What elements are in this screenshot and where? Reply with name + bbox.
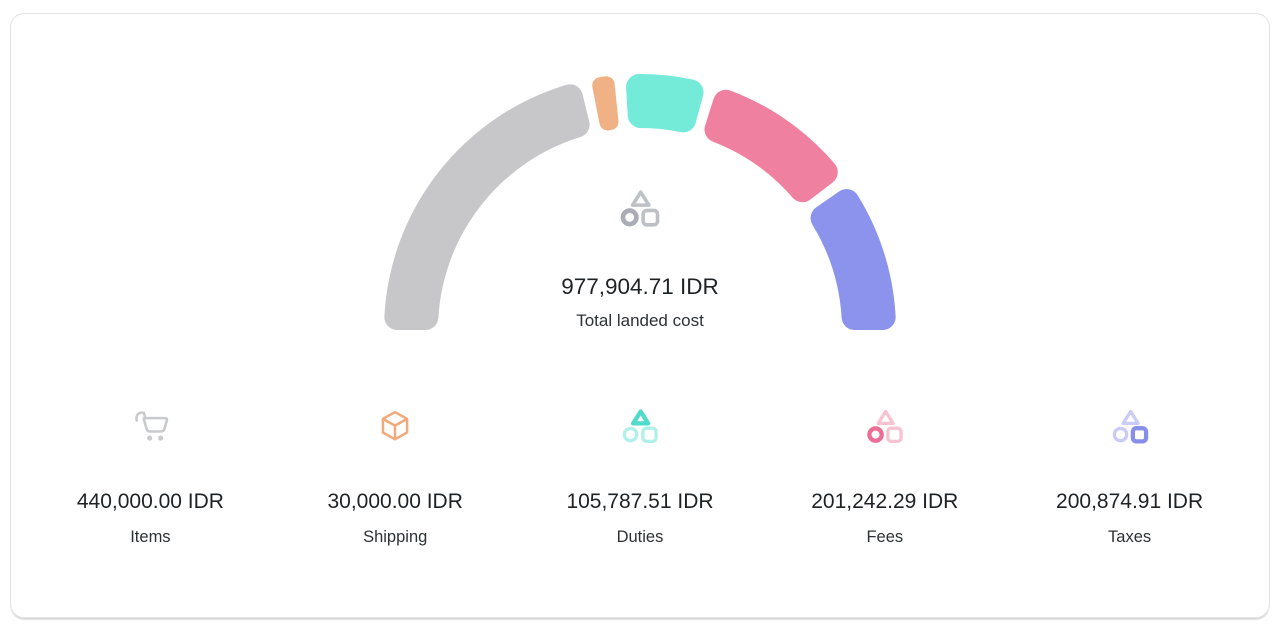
stat-shipping: 30,000.00 IDR Shipping xyxy=(273,404,518,548)
total-landed-cost-label: Total landed cost xyxy=(380,309,900,333)
landed-cost-gauge: 977,904.71 IDR Total landed cost xyxy=(380,74,900,336)
stat-value: 200,874.91 IDR xyxy=(1007,490,1252,514)
shapes-icon xyxy=(762,404,1007,448)
cost-breakdown-row: 440,000.00 IDR Items 30,000.00 IDR Shipp… xyxy=(28,404,1252,548)
landed-cost-card: 977,904.71 IDR Total landed cost 440,000… xyxy=(10,13,1270,618)
stat-label: Fees xyxy=(762,526,1007,548)
stat-label: Items xyxy=(28,526,273,548)
stat-label: Duties xyxy=(518,526,763,548)
shapes-icon xyxy=(1007,404,1252,448)
stat-value: 105,787.51 IDR xyxy=(518,490,763,514)
gauge-segment-fees xyxy=(704,90,837,202)
gauge-segment-duties xyxy=(626,74,703,132)
shapes-icon xyxy=(616,184,664,232)
stat-duties: 105,787.51 IDR Duties xyxy=(518,404,763,548)
stat-value: 30,000.00 IDR xyxy=(273,490,518,514)
stat-value: 201,242.29 IDR xyxy=(762,490,1007,514)
stat-label: Shipping xyxy=(273,526,518,548)
stat-value: 440,000.00 IDR xyxy=(28,490,273,514)
gauge-segment-shipping xyxy=(592,76,618,130)
stat-items: 440,000.00 IDR Items xyxy=(28,404,273,548)
shapes-icon xyxy=(518,404,763,448)
package-icon xyxy=(273,404,518,448)
cart-icon xyxy=(28,404,273,448)
stat-taxes: 200,874.91 IDR Taxes xyxy=(1007,404,1252,548)
total-landed-cost-value: 977,904.71 IDR xyxy=(380,273,900,300)
stat-fees: 201,242.29 IDR Fees xyxy=(762,404,1007,548)
stat-label: Taxes xyxy=(1007,526,1252,548)
